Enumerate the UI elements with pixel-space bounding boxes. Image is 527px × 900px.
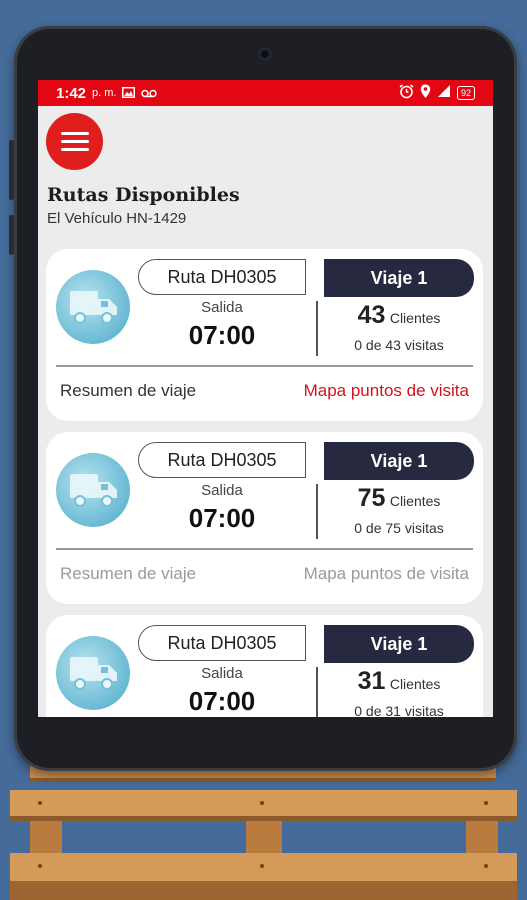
card-divider xyxy=(56,548,473,550)
departure-label: Salida xyxy=(201,482,243,499)
clients-number: 43 xyxy=(357,301,386,329)
status-bar: 1:42 p. m. 92 xyxy=(38,80,493,106)
alarm-icon xyxy=(399,83,414,103)
departure-label: Salida xyxy=(201,299,243,316)
departure-time: 07:00 xyxy=(188,686,256,716)
delivery-truck-icon xyxy=(56,636,130,710)
status-time: 1:42 xyxy=(56,84,87,102)
power-button xyxy=(9,215,14,255)
clients-number: 75 xyxy=(357,484,386,512)
visits-progress: 0 de 31 visitas xyxy=(354,703,444,717)
clients-label: Clientes xyxy=(389,493,441,509)
clients-count: 75 Clientes xyxy=(324,484,474,513)
vehicle-subtitle: El Vehículo HN-1429 xyxy=(47,210,187,227)
trip-badge: Viaje 1 xyxy=(324,259,474,297)
trip-summary-link[interactable]: Resumen de viaje xyxy=(60,564,196,584)
voicemail-icon xyxy=(141,85,158,102)
departure-time: 07:00 xyxy=(188,320,256,350)
page-title: Rutas Disponibles xyxy=(47,184,240,206)
trip-summary-link[interactable]: Resumen de viaje xyxy=(60,381,196,401)
clients-count: 31 Clientes xyxy=(324,667,474,696)
visit-map-link[interactable]: Mapa puntos de visita xyxy=(304,564,469,584)
visits-progress: 0 de 75 visitas xyxy=(354,520,444,536)
vertical-divider xyxy=(316,301,318,356)
clients-number: 31 xyxy=(357,667,386,695)
front-camera xyxy=(258,47,272,61)
clients-count: 43 Clientes xyxy=(324,301,474,330)
route-card[interactable]: Ruta DH0305 Viaje 1 Salida 07:00 75 Clie… xyxy=(46,432,483,604)
delivery-truck-icon xyxy=(56,453,130,527)
route-card[interactable]: Ruta DH0305 Viaje 1 Salida 07:00 43 Clie… xyxy=(46,249,483,421)
card-divider xyxy=(56,365,473,367)
hamburger-menu-icon[interactable] xyxy=(46,113,103,170)
route-code: Ruta DH0305 xyxy=(138,442,306,478)
route-code: Ruta DH0305 xyxy=(138,625,306,661)
trip-badge: Viaje 1 xyxy=(324,625,474,663)
departure-label: Salida xyxy=(201,665,243,682)
route-code: Ruta DH0305 xyxy=(138,259,306,295)
trip-badge: Viaje 1 xyxy=(324,442,474,480)
visits-progress: 0 de 43 visitas xyxy=(354,337,444,353)
vertical-divider xyxy=(316,667,318,717)
visit-map-link[interactable]: Mapa puntos de visita xyxy=(304,381,469,401)
battery-icon: 92 xyxy=(456,86,475,100)
clients-label: Clientes xyxy=(389,310,441,326)
delivery-truck-icon xyxy=(56,270,130,344)
vertical-divider xyxy=(316,484,318,539)
volume-button xyxy=(9,140,14,200)
location-icon xyxy=(420,84,431,103)
status-ampm: p. m. xyxy=(92,87,117,99)
departure-time: 07:00 xyxy=(188,503,256,533)
clients-label: Clientes xyxy=(389,676,441,692)
image-notification-icon xyxy=(122,85,136,102)
app-screen: 1:42 p. m. 92 Rutas Disponibles El Vehíc… xyxy=(38,80,493,717)
route-card[interactable]: Ruta DH0305 Viaje 1 Salida 07:00 31 Clie… xyxy=(46,615,483,717)
signal-icon xyxy=(437,84,451,102)
